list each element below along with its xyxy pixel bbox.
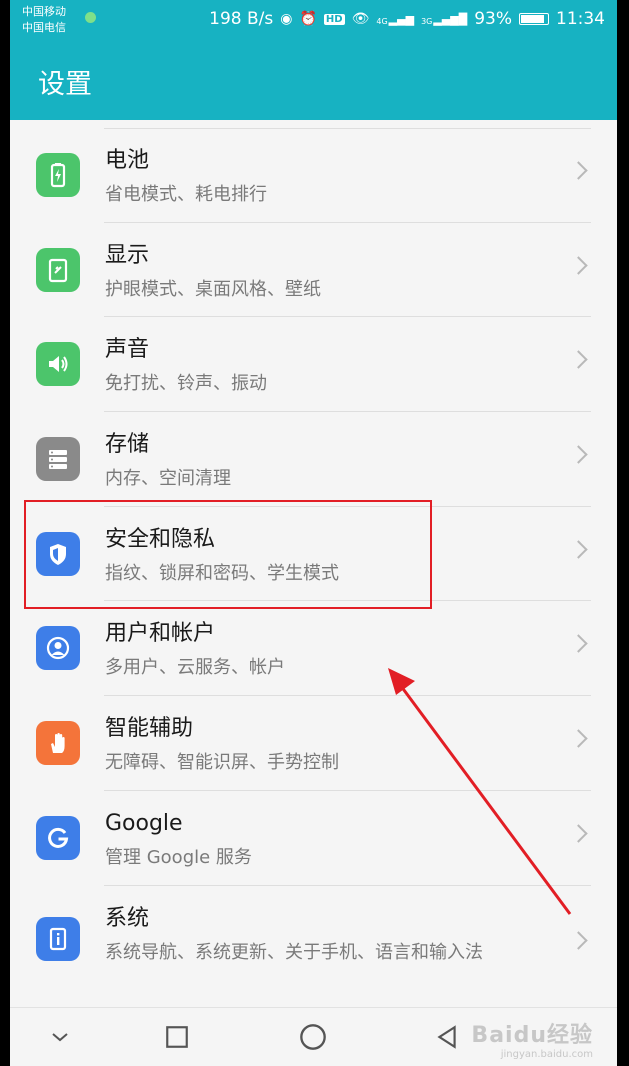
square-icon bbox=[166, 1026, 188, 1048]
settings-list[interactable]: 电池 省电模式、耗电排行 显示 护眼模式、桌面风格、壁纸 声音 免打扰、铃声、振… bbox=[10, 128, 617, 1012]
carrier-1: 中国移动 bbox=[22, 5, 66, 18]
signal-3g-label: 3G bbox=[421, 16, 433, 26]
battery-percent: 93% bbox=[474, 9, 512, 29]
circle-icon bbox=[300, 1024, 326, 1050]
nav-collapse-button[interactable] bbox=[43, 1020, 77, 1054]
chevron-right-icon bbox=[569, 729, 588, 748]
display-icon bbox=[36, 247, 80, 292]
nav-recents-button[interactable] bbox=[160, 1020, 194, 1054]
navigation-bar: Baidu经验 jingyan.baidu.com bbox=[10, 1007, 617, 1066]
settings-item-subtitle: 管理 Google 服务 bbox=[105, 846, 252, 868]
nav-back-button[interactable] bbox=[430, 1020, 464, 1054]
settings-item-label: 电池 bbox=[105, 148, 150, 173]
signal-3g-icon: 3G ▂▄▆█ bbox=[421, 13, 467, 26]
alarm-icon: ⏰ bbox=[299, 11, 317, 27]
signal-4g-label: 4G bbox=[376, 16, 388, 26]
chevron-right-icon bbox=[569, 824, 588, 843]
settings-item-battery[interactable]: 电池 省电模式、耗电排行 bbox=[10, 128, 617, 223]
settings-item-subtitle: 免打扰、铃声、振动 bbox=[105, 373, 267, 395]
settings-item-storage[interactable]: 存储 内存、空间清理 bbox=[10, 412, 617, 507]
settings-item-smart-assistance[interactable]: 智能辅助 无障碍、智能识屏、手势控制 bbox=[10, 696, 617, 791]
chevron-right-icon bbox=[569, 540, 588, 559]
settings-item-subtitle: 指纹、锁屏和密码、学生模式 bbox=[105, 562, 339, 584]
settings-item-users-accounts[interactable]: 用户和帐户 多用户、云服务、帐户 bbox=[10, 601, 617, 697]
settings-item-label: Google bbox=[105, 810, 183, 836]
settings-item-label: 用户和帐户 bbox=[105, 621, 216, 647]
settings-item-subtitle: 护眼模式、桌面风格、壁纸 bbox=[105, 278, 321, 300]
system-info-icon bbox=[36, 916, 80, 961]
settings-item-label: 系统 bbox=[105, 905, 150, 931]
chevron-right-icon bbox=[569, 350, 588, 370]
settings-item-subtitle: 内存、空间清理 bbox=[105, 468, 231, 490]
settings-item-subtitle: 无障碍、智能识屏、手势控制 bbox=[105, 752, 339, 774]
settings-item-label: 显示 bbox=[105, 242, 150, 268]
google-icon bbox=[36, 815, 80, 860]
eye-comfort-icon: 👁 bbox=[351, 11, 370, 27]
globe-icon bbox=[85, 12, 96, 23]
signal-3g-bars: ▂▄▆█ bbox=[433, 12, 468, 26]
settings-item-system[interactable]: 系统 系统导航、系统更新、关于手机、语言和输入法 bbox=[10, 886, 617, 1012]
hotspot-icon: ◉ bbox=[280, 11, 293, 27]
settings-item-label: 安全和隐私 bbox=[105, 526, 216, 552]
app-bar: 设置 bbox=[10, 44, 617, 120]
settings-item-subtitle: 省电模式、耗电排行 bbox=[105, 184, 267, 205]
chevron-right-icon bbox=[569, 161, 588, 180]
user-icon bbox=[36, 626, 80, 671]
settings-item-label: 智能辅助 bbox=[105, 716, 194, 742]
watermark-url: jingyan.baidu.com bbox=[500, 1049, 593, 1060]
watermark: Baidu经验 jingyan.baidu.com bbox=[471, 1017, 593, 1060]
battery-icon bbox=[36, 153, 80, 197]
settings-item-sound[interactable]: 声音 免打扰、铃声、振动 bbox=[10, 317, 617, 413]
chevron-right-icon bbox=[569, 634, 588, 654]
settings-item-subtitle: 多用户、云服务、帐户 bbox=[105, 657, 285, 679]
back-triangle-icon bbox=[437, 1025, 456, 1049]
clock: 11:34 bbox=[556, 9, 605, 29]
carrier-info: 中国移动 中国电信 bbox=[22, 4, 66, 36]
hd-icon: HD bbox=[323, 13, 345, 25]
chevron-down-icon bbox=[52, 1033, 68, 1042]
status-icons: 198 B/s ◉ ⏰ HD 👁 4G ▂▄▆ 3G ▂▄▆█ 93% 11:3… bbox=[209, 9, 605, 29]
settings-item-display[interactable]: 显示 护眼模式、桌面风格、壁纸 bbox=[10, 223, 617, 318]
network-speed: 198 B/s bbox=[209, 9, 274, 29]
chevron-right-icon bbox=[569, 445, 588, 464]
phone-screen: 中国移动 中国电信 198 B/s ◉ ⏰ HD 👁 4G ▂▄▆ 3G ▂▄▆… bbox=[10, 0, 617, 1066]
shield-icon bbox=[36, 531, 80, 576]
signal-4g-bars: ▂▄▆ bbox=[388, 12, 415, 26]
speaker-icon bbox=[36, 342, 80, 387]
settings-item-subtitle: 系统导航、系统更新、关于手机、语言和输入法 bbox=[105, 941, 483, 963]
storage-icon bbox=[36, 437, 80, 482]
carrier-2: 中国电信 bbox=[22, 21, 66, 34]
nav-home-button[interactable] bbox=[296, 1020, 330, 1054]
signal-4g-icon: 4G ▂▄▆ bbox=[376, 13, 414, 26]
settings-item-label: 声音 bbox=[105, 337, 150, 363]
watermark-logo-text: Baidu经验 bbox=[471, 1023, 593, 1048]
settings-item-label: 存储 bbox=[105, 432, 150, 458]
page-title: 设置 bbox=[38, 69, 92, 100]
hand-icon bbox=[36, 721, 80, 766]
status-bar: 中国移动 中国电信 198 B/s ◉ ⏰ HD 👁 4G ▂▄▆ 3G ▂▄▆… bbox=[10, 0, 617, 44]
chevron-right-icon bbox=[569, 930, 588, 950]
settings-item-google[interactable]: Google 管理 Google 服务 bbox=[10, 791, 617, 886]
chevron-right-icon bbox=[569, 255, 588, 275]
battery-status-icon bbox=[519, 13, 549, 25]
settings-item-security-privacy[interactable]: 安全和隐私 指纹、锁屏和密码、学生模式 bbox=[10, 507, 617, 602]
